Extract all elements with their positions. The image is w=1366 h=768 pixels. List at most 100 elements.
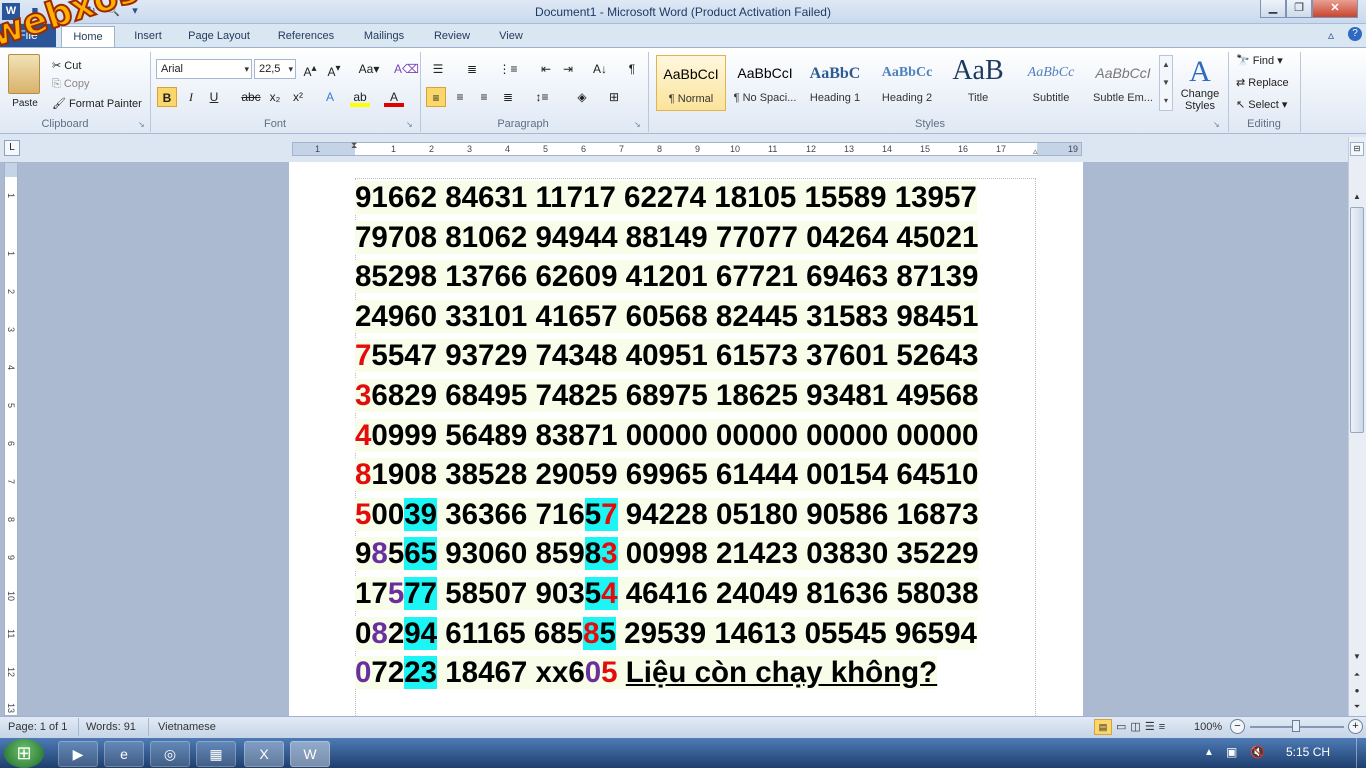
align-center-icon[interactable]: ≡ bbox=[450, 87, 470, 107]
strikethrough-icon[interactable]: abc bbox=[240, 87, 262, 107]
minimize-ribbon-icon[interactable]: ▵ bbox=[1328, 28, 1334, 42]
subscript-icon[interactable]: x₂ bbox=[265, 87, 285, 107]
document-line[interactable]: 75547 93729 74348 40951 61573 37601 5264… bbox=[355, 336, 995, 376]
scroll-down-icon[interactable]: ▼ bbox=[1350, 650, 1364, 664]
clear-formatting-icon[interactable]: A⌫ bbox=[394, 59, 419, 79]
borders-icon[interactable]: ⊞ bbox=[604, 87, 624, 107]
style-subtle-emphasis[interactable]: AaBbCcI Subtle Em... bbox=[1090, 55, 1156, 111]
print-layout-icon[interactable]: ▤ bbox=[1094, 719, 1112, 735]
styles-scroll[interactable]: ▲ ▼ ▾ bbox=[1159, 55, 1173, 111]
line-spacing-icon[interactable]: ↕≡ bbox=[532, 87, 552, 107]
reading-view-icon[interactable]: ▭ bbox=[1116, 721, 1130, 733]
word-count[interactable]: Words: 91 bbox=[86, 720, 136, 734]
indent-marker-icon[interactable]: ⧗ bbox=[351, 140, 357, 151]
bullets-icon[interactable]: ☰ bbox=[428, 59, 448, 79]
document-line[interactable]: 24960 33101 41657 60568 82445 31583 9845… bbox=[355, 297, 995, 337]
change-styles-button[interactable]: Change Styles bbox=[1176, 88, 1224, 112]
zoom-in-icon[interactable]: + bbox=[1348, 719, 1363, 734]
style-heading-2[interactable]: AaBbCc Heading 2 bbox=[874, 55, 940, 111]
sort-icon[interactable]: A↓ bbox=[590, 59, 610, 79]
document-line[interactable]: 91662 84631 11717 62274 18105 15589 1395… bbox=[355, 178, 995, 218]
browse-object-icon[interactable]: ● bbox=[1350, 684, 1364, 698]
justify-icon[interactable]: ≣ bbox=[498, 87, 518, 107]
document-line[interactable]: 85298 13766 62609 41201 67721 69463 8713… bbox=[355, 257, 995, 297]
select-button[interactable]: ↖ Select ▾ bbox=[1236, 97, 1287, 113]
find-button[interactable]: 🔭 Find ▾ bbox=[1236, 53, 1283, 69]
style-heading-1[interactable]: AaBbC Heading 1 bbox=[804, 55, 866, 111]
draft-icon[interactable]: ≡ bbox=[1159, 721, 1169, 733]
change-styles-icon[interactable]: A bbox=[1180, 52, 1220, 92]
clipboard-launcher-icon[interactable]: ↘ bbox=[138, 120, 145, 129]
minimize-button[interactable]: ▁ bbox=[1260, 0, 1286, 18]
shading-icon[interactable]: ◈ bbox=[572, 87, 592, 107]
align-left-icon[interactable]: ≡ bbox=[426, 87, 446, 107]
internet-explorer-icon[interactable]: e bbox=[104, 741, 144, 767]
style-normal[interactable]: AaBbCcI ¶ Normal bbox=[656, 55, 726, 111]
pilcrow-icon[interactable]: ¶ bbox=[622, 59, 642, 79]
replace-button[interactable]: ⇄ Replace bbox=[1236, 75, 1289, 91]
tab-references[interactable]: References bbox=[270, 26, 342, 48]
document-line[interactable]: 98565 93060 85983 00998 21423 03830 3522… bbox=[355, 534, 995, 574]
style-subtitle[interactable]: AaBbCc Subtitle bbox=[1018, 55, 1084, 111]
increase-indent-icon[interactable]: ⇥ bbox=[558, 59, 578, 79]
styles-launcher-icon[interactable]: ↘ bbox=[1213, 120, 1220, 129]
zoom-level[interactable]: 100% bbox=[1194, 720, 1222, 734]
maximize-button[interactable]: ❐ bbox=[1286, 0, 1312, 18]
view-buttons[interactable]: ▭◫☰≡ bbox=[1116, 720, 1169, 734]
document-line[interactable]: 40999 56489 83871 00000 00000 00000 0000… bbox=[355, 416, 995, 456]
excel-icon[interactable]: X bbox=[244, 741, 284, 767]
document-line[interactable]: 07223 18467 xx605 Liệu còn chạy không? bbox=[355, 653, 995, 693]
tab-selector[interactable]: L bbox=[4, 140, 20, 156]
tab-view[interactable]: View bbox=[490, 26, 532, 48]
right-indent-marker-icon[interactable]: ▵ bbox=[1033, 146, 1038, 157]
shrink-font-icon[interactable]: A▾ bbox=[324, 59, 344, 79]
font-size-combo[interactable]: 22,5 ▾ bbox=[254, 59, 296, 79]
style-no-spacing[interactable]: AaBbCcI ¶ No Spaci... bbox=[730, 55, 800, 111]
italic-icon[interactable]: I bbox=[181, 87, 201, 107]
network-icon[interactable]: ▣ bbox=[1226, 745, 1237, 759]
highlight-icon[interactable]: ab bbox=[350, 87, 370, 107]
font-family-combo[interactable]: Arial ▾ bbox=[156, 59, 252, 79]
underline-icon[interactable]: U bbox=[204, 87, 224, 107]
text-effects-icon[interactable]: A bbox=[320, 87, 340, 107]
multilevel-list-icon[interactable]: ⋮≡ bbox=[498, 59, 518, 79]
document-line[interactable]: 36829 68495 74825 68975 18625 93481 4956… bbox=[355, 376, 995, 416]
volume-muted-icon[interactable]: 🔇 bbox=[1250, 745, 1265, 759]
paste-button[interactable]: Paste bbox=[8, 96, 42, 112]
ruler-toggle-icon[interactable]: ⊟ bbox=[1350, 142, 1364, 156]
tray-expand-icon[interactable]: ▲ bbox=[1204, 747, 1214, 758]
start-button[interactable]: ⊞ bbox=[4, 739, 44, 768]
style-title[interactable]: AaB Title bbox=[946, 55, 1010, 111]
tab-page-layout[interactable]: Page Layout bbox=[182, 26, 256, 48]
change-case-icon[interactable]: Aa▾ bbox=[356, 59, 382, 79]
vertical-ruler[interactable]: 1 1 2 3 4 5 6 7 8 9 10 11 12 13 bbox=[4, 162, 18, 716]
horizontal-ruler[interactable]: 1 1 2 3 4 5 6 7 8 9 10 11 12 13 14 15 16… bbox=[292, 140, 1082, 157]
align-right-icon[interactable]: ≡ bbox=[474, 87, 494, 107]
decrease-indent-icon[interactable]: ⇤ bbox=[536, 59, 556, 79]
document-body[interactable]: 91662 84631 11717 62274 18105 15589 1395… bbox=[355, 178, 995, 693]
superscript-icon[interactable]: x² bbox=[288, 87, 308, 107]
bold-icon[interactable]: B bbox=[157, 87, 177, 107]
document-line[interactable]: 08294 61165 68585 29539 14613 05545 9659… bbox=[355, 614, 995, 654]
cut-button[interactable]: ✂ Cut bbox=[52, 58, 81, 74]
document-line[interactable]: 17577 58507 90354 46416 24049 81636 5803… bbox=[355, 574, 995, 614]
tab-review[interactable]: Review bbox=[426, 26, 478, 48]
paragraph-launcher-icon[interactable]: ↘ bbox=[634, 120, 641, 129]
language-indicator[interactable]: Vietnamese bbox=[158, 720, 216, 734]
copy-button[interactable]: ⎘ Copy bbox=[52, 76, 90, 92]
zoom-slider-thumb[interactable] bbox=[1292, 720, 1300, 732]
close-button[interactable]: ✕ bbox=[1312, 0, 1358, 18]
media-player-icon[interactable]: ▶ bbox=[58, 741, 98, 767]
taskbar-clock[interactable]: 5:15 CH bbox=[1286, 745, 1330, 759]
outline-icon[interactable]: ☰ bbox=[1145, 721, 1159, 733]
document-line[interactable]: 79708 81062 94944 88149 77077 04264 4502… bbox=[355, 218, 995, 258]
tab-mailings[interactable]: Mailings bbox=[354, 26, 414, 48]
page-count[interactable]: Page: 1 of 1 bbox=[8, 720, 67, 734]
font-color-icon[interactable]: A bbox=[384, 87, 404, 107]
numbering-icon[interactable]: ≣ bbox=[462, 59, 482, 79]
grow-font-icon[interactable]: A▴ bbox=[300, 59, 320, 79]
format-painter-button[interactable]: 🖌 Format Painter bbox=[52, 96, 142, 112]
font-launcher-icon[interactable]: ↘ bbox=[406, 120, 413, 129]
word-taskbar-icon[interactable]: W bbox=[290, 741, 330, 767]
document-line[interactable]: 50039 36366 71657 94228 05180 90586 1687… bbox=[355, 495, 995, 535]
